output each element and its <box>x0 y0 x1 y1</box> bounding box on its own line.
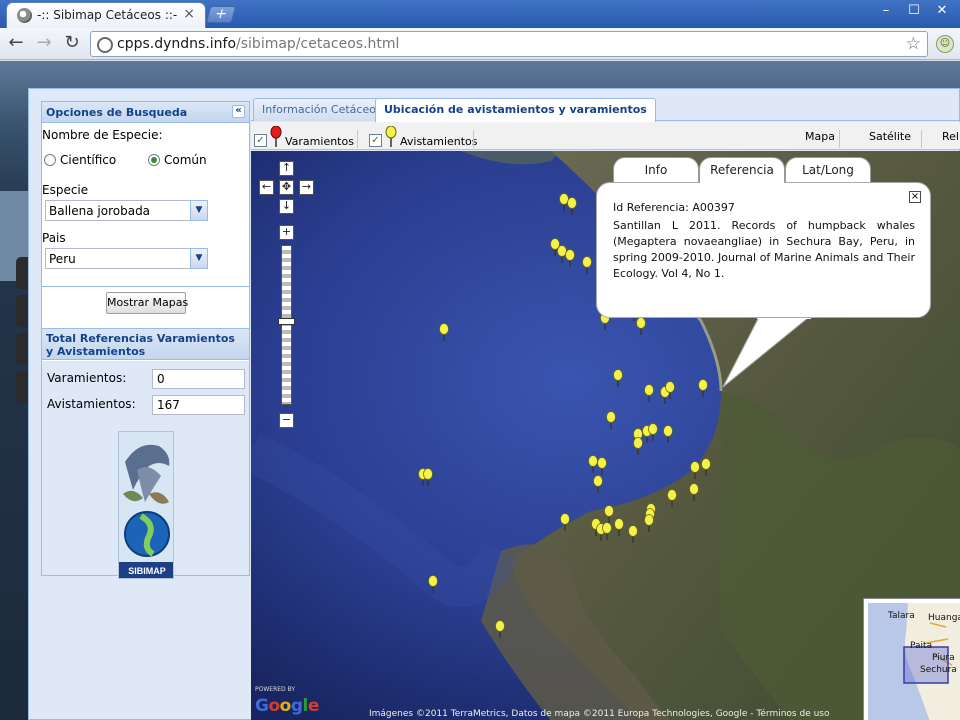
google-logo: Google <box>255 696 319 716</box>
new-tab-button[interactable]: + <box>205 6 237 23</box>
reference-citation: Santillan L 2011. Records of humpback wh… <box>613 219 915 280</box>
tab-cetacean-info[interactable]: Información Cetáceo <box>253 98 385 121</box>
infowindow: × Id Referencia: A00397 Santillan L 2011… <box>596 182 931 318</box>
red-marker-icon <box>270 126 282 147</box>
overview-label: Piura <box>932 653 955 663</box>
sibimap-logo: SIBIMAP <box>118 431 174 579</box>
radio-scientific[interactable] <box>44 154 56 166</box>
pan-left-button[interactable]: ← <box>259 180 274 195</box>
pan-center-button[interactable]: ✥ <box>279 180 294 195</box>
globe-icon <box>17 8 32 23</box>
toolbar-separator <box>921 130 922 148</box>
map-toolbar: ✓ Varamientos ✓ Avistamientos Mapa Satél… <box>251 122 960 150</box>
zoom-slider-handle[interactable] <box>278 318 295 325</box>
yellow-marker-icon <box>385 126 397 147</box>
browser-toolbar: ← → ↻ cpps.dyndns.info/sibimap/cetaceos.… <box>0 28 960 60</box>
tab-location[interactable]: Ubicación de avistamientos y varamientos <box>375 98 656 122</box>
url-host: cpps.dyndns.info <box>117 36 237 52</box>
close-window-icon[interactable]: ✕ <box>928 3 956 21</box>
tab-title: -:: Sibimap Cetáceos ::- <box>37 8 178 22</box>
show-maps-button[interactable]: Mostrar Mapas <box>106 292 188 314</box>
overview-label: Huanga <box>928 613 960 623</box>
bookmark-star-icon[interactable]: ☆ <box>906 34 921 54</box>
logo-text: SIBIMAP <box>128 566 166 576</box>
toolbar-separator <box>357 130 358 148</box>
back-icon[interactable]: ← <box>4 32 28 56</box>
toolbar-separator <box>839 130 840 148</box>
strandings-count: 0 <box>152 369 245 389</box>
pan-up-button[interactable]: ↑ <box>279 161 294 176</box>
overview-map-canvas: Talara Huanga Paita Piura Sechura <box>868 603 960 720</box>
species-select-value: Ballena jorobada <box>49 204 151 218</box>
page-icon <box>97 37 113 53</box>
pan-right-button[interactable]: → <box>299 180 314 195</box>
reference-id: Id Referencia: A00397 <box>613 201 735 214</box>
reload-icon[interactable]: ↻ <box>60 32 84 56</box>
species-name-label: Nombre de Especie: <box>42 128 163 142</box>
species-label: Especie <box>42 183 89 197</box>
maximize-icon[interactable]: ☐ <box>900 3 928 21</box>
extension-icon[interactable]: ☺ <box>936 35 954 53</box>
radio-common-label: Común <box>164 153 207 167</box>
browser-titlebar: -:: Sibimap Cetáceos ::- × + – ☐ ✕ <box>0 0 960 28</box>
overview-label: Paita <box>910 641 933 651</box>
strandings-label: Varamientos: <box>47 371 127 385</box>
overview-label: Talara <box>888 611 915 621</box>
totals-panel: Varamientos: 0 Avistamientos: 167 SIBIMA… <box>42 361 249 579</box>
browser-tab[interactable]: -:: Sibimap Cetáceos ::- × <box>6 2 206 28</box>
url-path: /sibimap/cetaceos.html <box>236 36 400 52</box>
radio-common[interactable] <box>148 154 160 166</box>
url-text: cpps.dyndns.info/sibimap/cetaceos.html <box>117 36 399 52</box>
map-type-map[interactable]: Mapa <box>805 130 835 143</box>
chevron-down-icon[interactable]: ▼ <box>190 248 208 269</box>
forward-icon[interactable]: → <box>32 32 56 56</box>
search-panel-header: Opciones de Busqueda « <box>42 102 249 123</box>
address-bar[interactable]: cpps.dyndns.info/sibimap/cetaceos.html ☆ <box>90 31 928 57</box>
tab-strip: Información Cetáceo Ubicación de avistam… <box>251 97 960 122</box>
map-copyright: Imágenes ©2011 TerraMetrics, Datos de ma… <box>369 709 830 719</box>
app-window: Opciones de Busqueda « Nombre de Especie… <box>28 88 960 720</box>
powered-by-label: POWERED BY <box>255 686 296 693</box>
overview-map[interactable]: Talara Huanga Paita Piura Sechura <box>863 598 960 720</box>
chevron-down-icon[interactable]: ▼ <box>190 200 208 221</box>
divider <box>42 286 249 287</box>
map-type-satellite[interactable]: Satélite <box>869 130 911 143</box>
radio-scientific-label: Científico <box>60 153 117 167</box>
infowindow-tab-latlong[interactable]: Lat/Long <box>785 157 871 183</box>
close-tab-icon[interactable]: × <box>183 6 195 22</box>
strandings-layer-label: Varamientos <box>285 135 354 148</box>
search-panel-title: Opciones de Busqueda <box>46 106 188 119</box>
zoom-slider[interactable] <box>281 245 292 405</box>
search-panel: Opciones de Busqueda « Nombre de Especie… <box>41 101 250 579</box>
sightings-label: Avistamientos: <box>47 397 136 411</box>
collapse-icon[interactable]: « <box>232 105 245 118</box>
infowindow-tab-reference[interactable]: Referencia <box>699 157 785 183</box>
close-icon[interactable]: × <box>909 191 921 203</box>
zoom-in-button[interactable]: + <box>279 225 294 240</box>
totals-panel-header: Total Referencias Varamientos y Avistami… <box>42 328 249 360</box>
pan-down-button[interactable]: ↓ <box>279 199 294 214</box>
overview-label: Sechura <box>920 665 957 675</box>
infowindow-tab-info[interactable]: Info <box>613 157 699 183</box>
country-select-value: Peru <box>49 252 76 266</box>
map-canvas[interactable]: ↑ ← ✥ → ↓ + − Info Referencia Lat/Long ×… <box>251 151 960 720</box>
toolbar-separator <box>473 130 474 148</box>
species-select[interactable]: Ballena jorobada ▼ <box>45 200 208 221</box>
sightings-count: 167 <box>152 395 245 415</box>
minimize-icon[interactable]: – <box>872 3 900 21</box>
strandings-checkbox[interactable]: ✓ <box>254 134 267 147</box>
sightings-layer-label: Avistamientos <box>400 135 478 148</box>
infowindow-pointer <box>722 311 811 388</box>
zoom-out-button[interactable]: − <box>279 413 294 428</box>
sightings-checkbox[interactable]: ✓ <box>369 134 382 147</box>
country-select[interactable]: Peru ▼ <box>45 248 208 269</box>
map-type-relief[interactable]: Relie <box>942 130 960 143</box>
country-label: Pais <box>42 231 66 245</box>
